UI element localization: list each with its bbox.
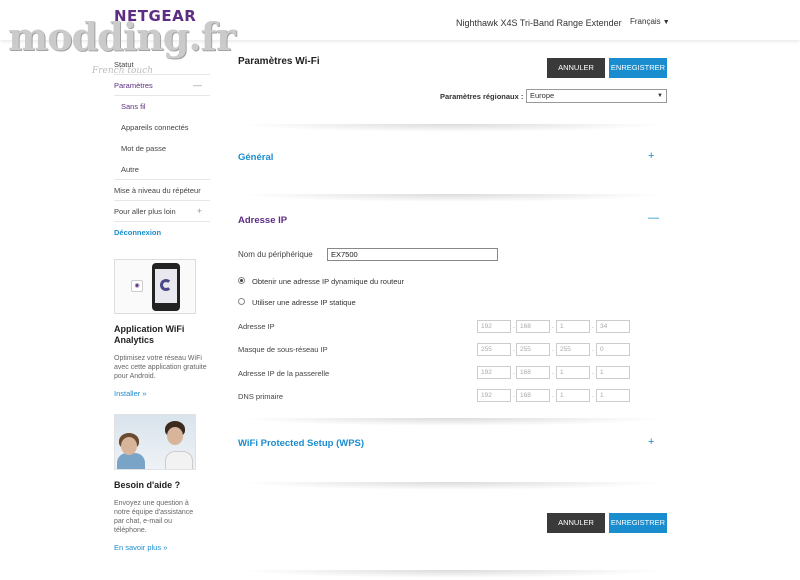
sidebar-item-status[interactable]: Statut bbox=[114, 54, 210, 75]
dns-octet-2[interactable]: 168 bbox=[516, 389, 550, 402]
section-divider bbox=[238, 482, 668, 490]
product-name: Nighthawk X4S Tri-Band Range Extender bbox=[456, 18, 622, 28]
section-divider bbox=[238, 570, 668, 578]
cancel-button-bottom[interactable]: ANNULER bbox=[547, 513, 605, 533]
sidebar: Statut Paramètres — Sans fil Appareils c… bbox=[114, 54, 210, 552]
help-promo-text: Envoyez une question à notre équipe d'as… bbox=[114, 500, 194, 534]
app-install-link[interactable]: Installer » bbox=[114, 389, 210, 398]
sidebar-item-go-further[interactable]: Pour aller plus loin + bbox=[114, 201, 210, 222]
section-general-title[interactable]: Général bbox=[238, 152, 273, 163]
subnet-octet-1[interactable]: 255 bbox=[477, 343, 511, 356]
ip-octet-3[interactable]: 1 bbox=[556, 320, 590, 333]
static-ip-radio[interactable] bbox=[238, 298, 245, 305]
help-promo-title: Besoin d'aide ? bbox=[114, 480, 181, 490]
wifi-analytics-app-icon: ◉ bbox=[131, 280, 143, 292]
support-agents-image bbox=[114, 414, 196, 470]
plus-icon[interactable]: + bbox=[648, 150, 654, 162]
app-promo-title: Application WiFi Analytics bbox=[114, 324, 185, 345]
dns-octet-3[interactable]: 1 bbox=[556, 389, 590, 402]
gateway-octet-1[interactable]: 192 bbox=[477, 366, 511, 379]
ip-octet-4[interactable]: 34 bbox=[596, 320, 630, 333]
subnet-mask-label: Masque de sous-réseau IP bbox=[238, 345, 328, 354]
gateway-octet-2[interactable]: 168 bbox=[516, 366, 550, 379]
sidebar-item-label: Paramètres bbox=[114, 81, 153, 90]
region-select[interactable]: Europe ▼ bbox=[526, 89, 667, 103]
sidebar-subitem-other[interactable]: Autre bbox=[114, 159, 210, 180]
plus-icon[interactable]: + bbox=[197, 201, 202, 222]
cancel-button-top[interactable]: ANNULER bbox=[547, 58, 605, 78]
plus-icon[interactable]: + bbox=[648, 436, 654, 448]
ip-octet-1[interactable]: 192 bbox=[477, 320, 511, 333]
region-label: Paramètres régionaux : bbox=[440, 92, 524, 101]
section-divider bbox=[238, 124, 668, 132]
subnet-octet-2[interactable]: 255 bbox=[516, 343, 550, 356]
section-divider bbox=[238, 418, 668, 426]
app-promo-text: Optimisez votre réseau WiFi avec cette a… bbox=[114, 355, 207, 380]
static-ip-label[interactable]: Utiliser une adresse IP statique bbox=[252, 298, 356, 307]
gateway-octet-3[interactable]: 1 bbox=[556, 366, 590, 379]
gateway-label: Adresse IP de la passerelle bbox=[238, 369, 330, 378]
caret-down-icon: ▼ bbox=[657, 93, 663, 99]
save-button-bottom[interactable]: ENREGISTRER bbox=[609, 513, 667, 533]
ip-octet-2[interactable]: 168 bbox=[516, 320, 550, 333]
subnet-octet-3[interactable]: 255 bbox=[556, 343, 590, 356]
sidebar-subitem-wireless[interactable]: Sans fil bbox=[114, 96, 210, 117]
device-name-input[interactable]: EX7500 bbox=[327, 248, 498, 261]
section-divider bbox=[238, 194, 668, 202]
dynamic-ip-radio[interactable] bbox=[238, 277, 245, 284]
sidebar-subitem-connected-devices[interactable]: Appareils connectés bbox=[114, 117, 210, 138]
section-wps-title[interactable]: WiFi Protected Setup (WPS) bbox=[238, 438, 364, 449]
subnet-octet-4[interactable]: 0 bbox=[596, 343, 630, 356]
dns-octet-4[interactable]: 1 bbox=[596, 389, 630, 402]
gateway-octet-4[interactable]: 1 bbox=[596, 366, 630, 379]
minus-icon[interactable]: — bbox=[648, 212, 659, 224]
sidebar-item-settings[interactable]: Paramètres — bbox=[114, 75, 210, 96]
phone-icon bbox=[152, 263, 180, 311]
primary-dns-label: DNS primaire bbox=[238, 392, 284, 401]
language-label: Français bbox=[630, 17, 661, 26]
dynamic-ip-label[interactable]: Obtenir une adresse IP dynamique du rout… bbox=[252, 277, 404, 286]
ip-address-label: Adresse IP bbox=[238, 322, 275, 331]
page-title: Paramètres Wi-Fi bbox=[238, 56, 320, 67]
language-selector[interactable]: Français ▼ bbox=[630, 17, 670, 26]
minus-icon[interactable]: — bbox=[193, 75, 202, 96]
logout-link[interactable]: Déconnexion bbox=[114, 222, 210, 243]
app-promo-image: ◉ bbox=[114, 259, 196, 314]
sidebar-subitem-password[interactable]: Mot de passe bbox=[114, 138, 210, 159]
section-ip-title[interactable]: Adresse IP bbox=[238, 215, 287, 226]
sidebar-item-label: Pour aller plus loin bbox=[114, 207, 176, 216]
watermark-logo: modding.fr bbox=[8, 14, 236, 59]
caret-down-icon: ▼ bbox=[662, 19, 670, 26]
device-name-label: Nom du périphérique bbox=[238, 250, 313, 259]
dns-octet-1[interactable]: 192 bbox=[477, 389, 511, 402]
save-button-top[interactable]: ENREGISTRER bbox=[609, 58, 667, 78]
sidebar-item-firmware-update[interactable]: Mise à niveau du répéteur bbox=[114, 180, 210, 201]
region-value: Europe bbox=[530, 91, 555, 100]
help-learn-more-link[interactable]: En savoir plus » bbox=[114, 543, 210, 552]
